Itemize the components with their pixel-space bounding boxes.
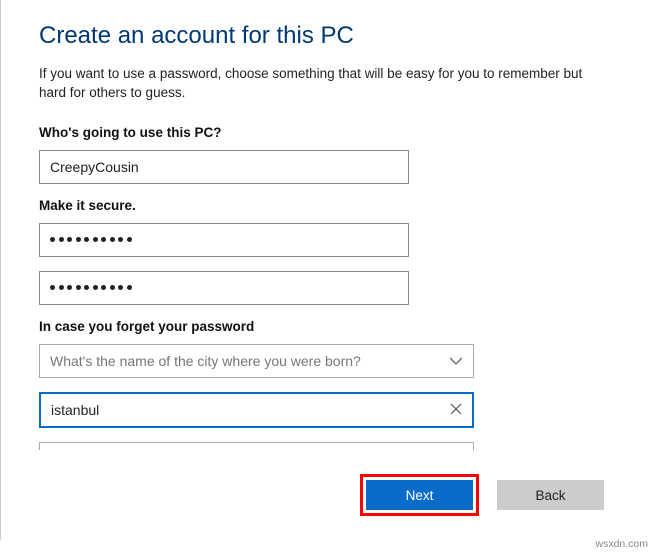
next-button[interactable]: Next	[366, 480, 473, 510]
who-label: Who's going to use this PC?	[39, 125, 604, 140]
security-answer-value: istanbul	[51, 402, 99, 418]
button-row: Next Back	[360, 474, 604, 516]
attribution-text: wsxdn.com	[595, 538, 648, 550]
forget-label: In case you forget your password	[39, 319, 604, 334]
chevron-down-icon	[449, 354, 463, 368]
security-question-select[interactable]: What's the name of the city where you we…	[39, 344, 474, 378]
next-highlight: Next	[360, 474, 479, 516]
username-input[interactable]	[39, 150, 409, 184]
cutoff-field	[39, 442, 474, 450]
password-input[interactable]	[39, 223, 409, 257]
page-description: If you want to use a password, choose so…	[39, 65, 604, 125]
back-button[interactable]: Back	[497, 480, 604, 510]
security-answer-input[interactable]: istanbul	[39, 392, 474, 428]
security-question-placeholder: What's the name of the city where you we…	[50, 353, 361, 369]
secure-label: Make it secure.	[39, 198, 604, 213]
account-setup-panel: Create an account for this PC If you wan…	[0, 0, 654, 540]
clear-icon[interactable]	[450, 402, 462, 418]
page-title: Create an account for this PC	[39, 0, 604, 65]
confirm-password-input[interactable]	[39, 271, 409, 305]
